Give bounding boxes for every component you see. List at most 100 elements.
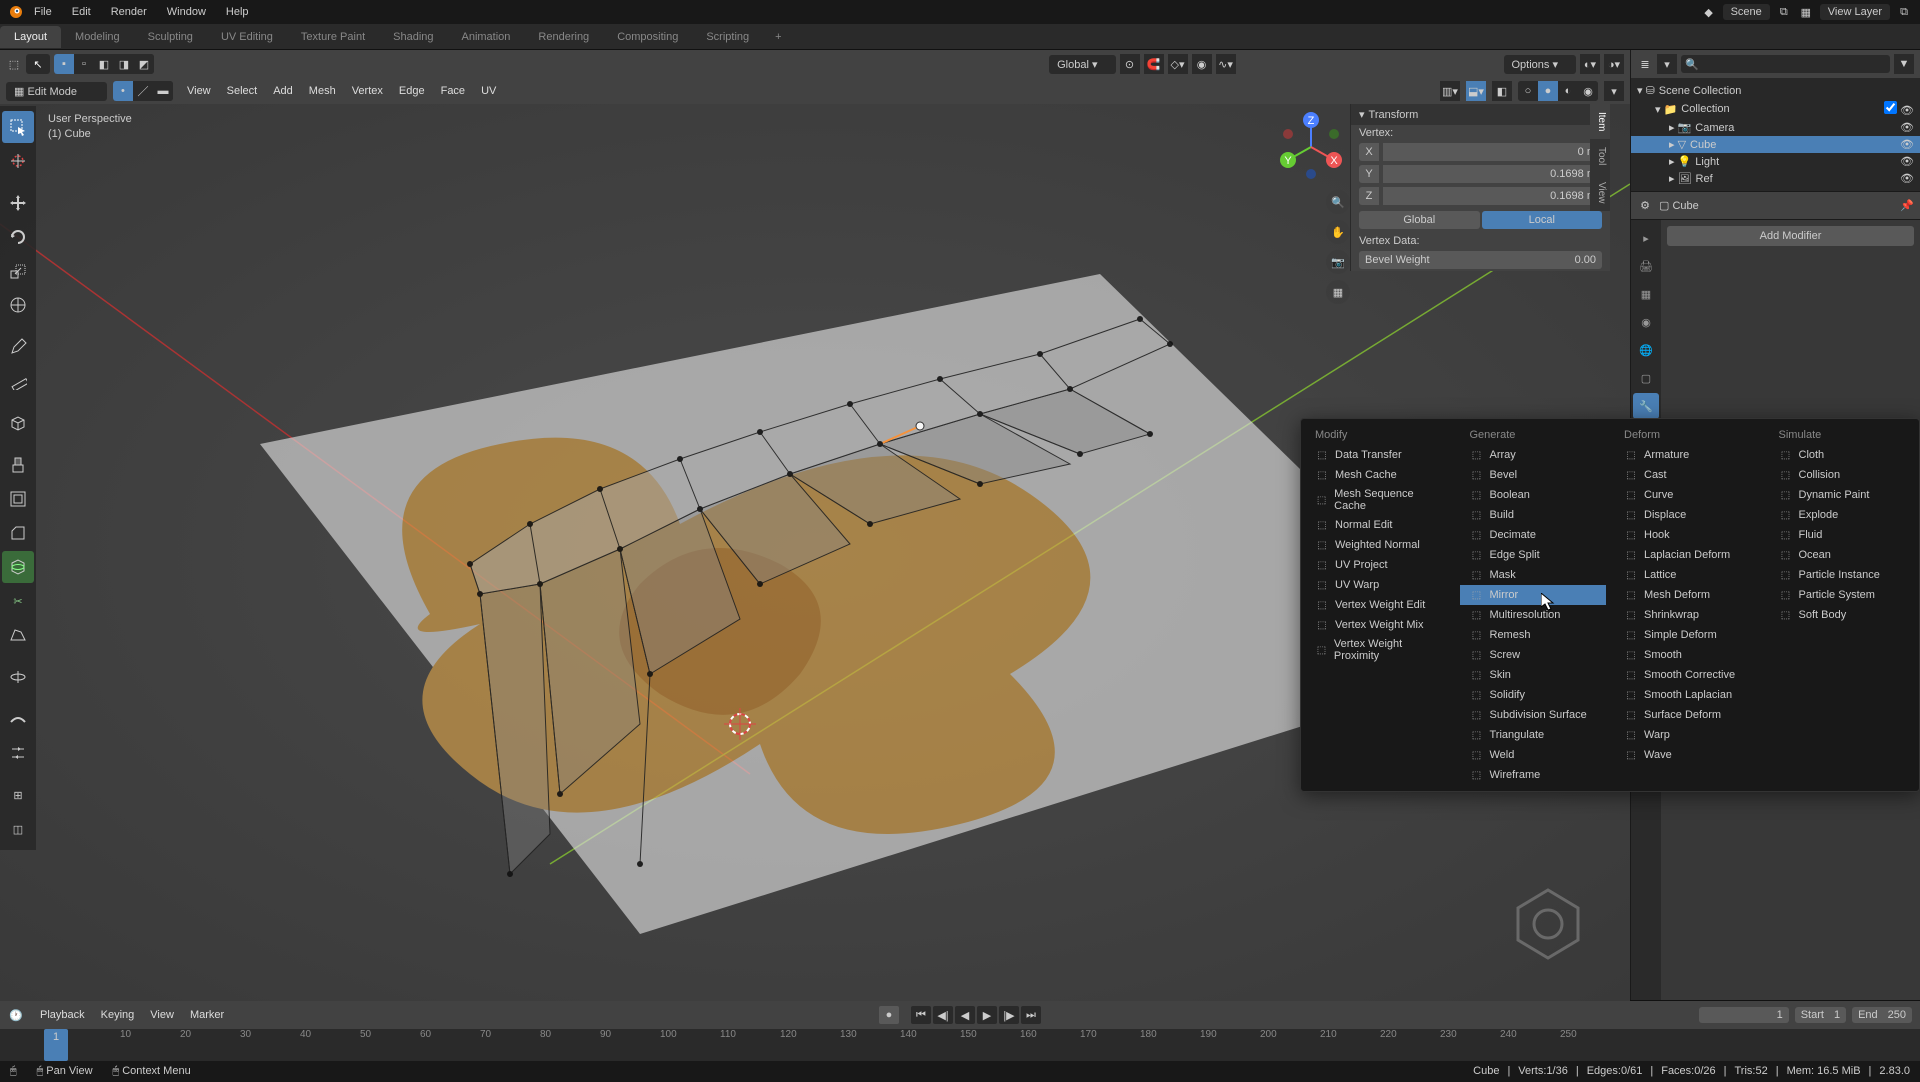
outliner-camera[interactable]: ▸ 📷 Camera👁 bbox=[1631, 119, 1920, 136]
modifier-triangulate[interactable]: ⬚Triangulate bbox=[1460, 725, 1607, 745]
add-cube-tool[interactable] bbox=[2, 407, 34, 439]
modifier-displace[interactable]: ⬚Displace bbox=[1614, 505, 1761, 525]
bevel-tool[interactable] bbox=[2, 517, 34, 549]
zoom-icon[interactable]: 🔍 bbox=[1326, 190, 1350, 214]
modifier-dynamic-paint[interactable]: ⬚Dynamic Paint bbox=[1769, 485, 1916, 505]
modifier-explode[interactable]: ⬚Explode bbox=[1769, 505, 1916, 525]
modifier-simple-deform[interactable]: ⬚Simple Deform bbox=[1614, 625, 1761, 645]
tl-menu-view[interactable]: View bbox=[142, 1006, 182, 1024]
select-box-tool[interactable] bbox=[2, 111, 34, 143]
transform-panel-header[interactable]: ▾ Transform bbox=[1351, 104, 1610, 125]
tab-tool[interactable]: Tool bbox=[1590, 139, 1610, 173]
modifier-mesh-cache[interactable]: ⬚Mesh Cache bbox=[1305, 465, 1452, 485]
shading-rendered-icon[interactable]: ◉ bbox=[1578, 81, 1598, 101]
modifier-laplacian-deform[interactable]: ⬚Laplacian Deform bbox=[1614, 545, 1761, 565]
modifier-warp[interactable]: ⬚Warp bbox=[1614, 725, 1761, 745]
modifier-decimate[interactable]: ⬚Decimate bbox=[1460, 525, 1607, 545]
workspace-modeling[interactable]: Modeling bbox=[61, 26, 134, 48]
orientation-dropdown[interactable]: Global ▾ bbox=[1049, 55, 1115, 74]
outliner-light[interactable]: ▸ 💡 Light👁 bbox=[1631, 153, 1920, 170]
workspace-animation[interactable]: Animation bbox=[448, 26, 525, 48]
vp-menu-select[interactable]: Select bbox=[219, 82, 266, 100]
extrude-tool[interactable] bbox=[2, 449, 34, 481]
modifier-mirror[interactable]: ⬚Mirror bbox=[1460, 585, 1607, 605]
global-button[interactable]: Global bbox=[1359, 211, 1480, 229]
edge-slide-tool[interactable] bbox=[2, 737, 34, 769]
modifier-surface-deform[interactable]: ⬚Surface Deform bbox=[1614, 705, 1761, 725]
modifier-mesh-deform[interactable]: ⬚Mesh Deform bbox=[1614, 585, 1761, 605]
playhead[interactable]: 1 bbox=[44, 1029, 68, 1061]
modifier-vertex-weight-mix[interactable]: ⬚Vertex Weight Mix bbox=[1305, 615, 1452, 635]
loopcut-tool[interactable] bbox=[2, 551, 34, 583]
play-icon[interactable]: ▶ bbox=[977, 1006, 997, 1024]
outliner-scene-collection[interactable]: ▾ ⛁ Scene Collection bbox=[1631, 82, 1920, 99]
modifier-armature[interactable]: ⬚Armature bbox=[1614, 445, 1761, 465]
vp-menu-mesh[interactable]: Mesh bbox=[301, 82, 344, 100]
modifier-lattice[interactable]: ⬚Lattice bbox=[1614, 565, 1761, 585]
pan-icon[interactable]: ✋ bbox=[1326, 220, 1350, 244]
spin-tool[interactable] bbox=[2, 661, 34, 693]
overlay-btn-icon[interactable]: ⬓▾ bbox=[1466, 81, 1486, 101]
face-select-icon[interactable]: ▬ bbox=[153, 81, 173, 101]
cursor-tool[interactable] bbox=[2, 145, 34, 177]
modifier-vertex-weight-proximity[interactable]: ⬚Vertex Weight Proximity bbox=[1305, 635, 1452, 665]
workspace-layout[interactable]: Layout bbox=[0, 26, 61, 48]
outliner-filter-btn[interactable]: ▼ bbox=[1894, 54, 1914, 74]
vertex-z-input[interactable]: 0.1698 m bbox=[1383, 187, 1602, 205]
vp-menu-vertex[interactable]: Vertex bbox=[344, 82, 391, 100]
vertex-select-icon[interactable]: • bbox=[113, 81, 133, 101]
cursor-tool-icon[interactable]: ↖ bbox=[26, 54, 50, 74]
perspective-icon[interactable]: ▦ bbox=[1326, 280, 1350, 304]
vertex-y-input[interactable]: 0.1698 m bbox=[1383, 165, 1602, 183]
modifier-weighted-normal[interactable]: ⬚Weighted Normal bbox=[1305, 535, 1452, 555]
polybuild-tool[interactable] bbox=[2, 619, 34, 651]
timeline-ruler[interactable]: 1 10203040506070809010011012013014015016… bbox=[0, 1029, 1920, 1061]
mesh-display-icon[interactable]: ▥▾ bbox=[1440, 81, 1460, 101]
workspace-rendering[interactable]: Rendering bbox=[524, 26, 603, 48]
bevel-weight-input[interactable]: Bevel Weight 0.00 bbox=[1359, 251, 1602, 269]
tab-object[interactable]: ▢ bbox=[1633, 365, 1659, 391]
modifier-normal-edit[interactable]: ⬚Normal Edit bbox=[1305, 515, 1452, 535]
modifier-collision[interactable]: ⬚Collision bbox=[1769, 465, 1916, 485]
current-frame-input[interactable]: 1 bbox=[1699, 1007, 1789, 1023]
modifier-cast[interactable]: ⬚Cast bbox=[1614, 465, 1761, 485]
pivot-icon[interactable]: ⊙ bbox=[1120, 54, 1140, 74]
tab-item[interactable]: Item bbox=[1590, 104, 1610, 139]
start-frame-input[interactable]: Start1 bbox=[1795, 1007, 1846, 1023]
modifier-smooth-corrective[interactable]: ⬚Smooth Corrective bbox=[1614, 665, 1761, 685]
menu-edit[interactable]: Edit bbox=[62, 2, 101, 22]
outliner-filter-icon[interactable]: ▾ bbox=[1657, 54, 1677, 74]
mode-dropdown[interactable]: ▦ Edit Mode bbox=[6, 82, 107, 101]
tab-modifiers[interactable]: 🔧 bbox=[1633, 393, 1659, 419]
modifier-shrinkwrap[interactable]: ⬚Shrinkwrap bbox=[1614, 605, 1761, 625]
modifier-solidify[interactable]: ⬚Solidify bbox=[1460, 685, 1607, 705]
jump-end-icon[interactable]: ⏭ bbox=[1021, 1006, 1041, 1024]
modifier-uv-project[interactable]: ⬚UV Project bbox=[1305, 555, 1452, 575]
overlay-toggle-icon[interactable]: ◑▾ bbox=[1604, 54, 1624, 74]
layer-copy-icon[interactable]: ⧉ bbox=[1776, 4, 1792, 20]
tab-view[interactable]: View bbox=[1590, 174, 1610, 212]
smooth-tool[interactable] bbox=[2, 703, 34, 735]
modifier-wave[interactable]: ⬚Wave bbox=[1614, 745, 1761, 765]
viewlayer-new-icon[interactable]: ⧉ bbox=[1896, 4, 1912, 20]
shrink-tool[interactable]: ⊞ bbox=[2, 779, 34, 811]
keyframe-next-icon[interactable]: |▶ bbox=[999, 1006, 1019, 1024]
collection-checkbox[interactable] bbox=[1884, 101, 1897, 114]
snap-icon[interactable]: 🧲 bbox=[1144, 54, 1164, 74]
modifier-particle-system[interactable]: ⬚Particle System bbox=[1769, 585, 1916, 605]
timeline-editor-icon[interactable]: 🕐 bbox=[8, 1007, 24, 1023]
properties-icon[interactable]: ⚙ bbox=[1637, 198, 1653, 214]
select-intersect-icon[interactable]: ◨ bbox=[114, 54, 134, 74]
add-workspace-button[interactable]: + bbox=[763, 31, 793, 43]
workspace-sculpting[interactable]: Sculpting bbox=[134, 26, 207, 48]
select-invert-icon[interactable]: ◧ bbox=[94, 54, 114, 74]
modifier-remesh[interactable]: ⬚Remesh bbox=[1460, 625, 1607, 645]
outliner-collection[interactable]: ▾ 📁 Collection 👁 bbox=[1631, 99, 1920, 119]
modifier-smooth-laplacian[interactable]: ⬚Smooth Laplacian bbox=[1614, 685, 1761, 705]
vp-menu-view[interactable]: View bbox=[179, 82, 219, 100]
shading-solid-icon[interactable]: ● bbox=[1538, 81, 1558, 101]
modifier-hook[interactable]: ⬚Hook bbox=[1614, 525, 1761, 545]
modifier-curve[interactable]: ⬚Curve bbox=[1614, 485, 1761, 505]
gizmo-toggle-icon[interactable]: ◐▾ bbox=[1580, 54, 1600, 74]
measure-tool[interactable] bbox=[2, 365, 34, 397]
